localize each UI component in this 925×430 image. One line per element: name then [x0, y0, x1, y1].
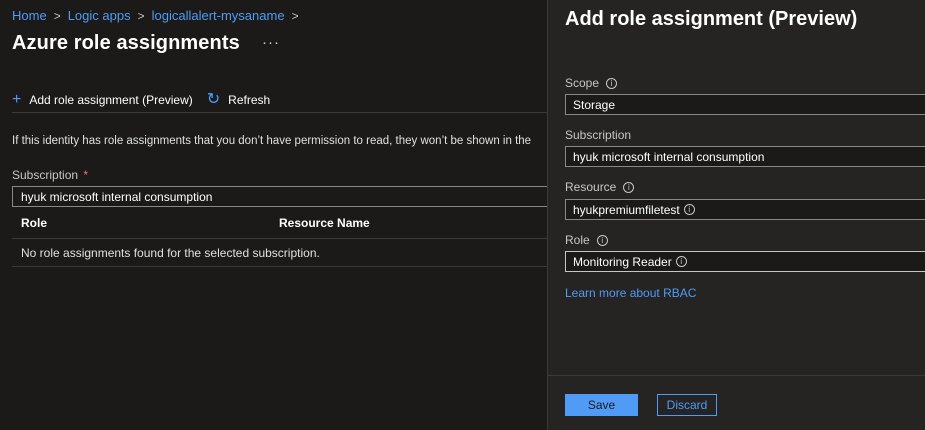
resource-dropdown[interactable]: hyukpremiumfiletest i	[565, 199, 925, 220]
refresh-button[interactable]: ↻ Refresh	[207, 92, 270, 108]
refresh-label: Refresh	[228, 93, 271, 107]
footer-divider	[548, 375, 925, 376]
breadcrumb-logic-apps[interactable]: Logic apps	[68, 8, 131, 23]
scope-dropdown[interactable]: Storage	[565, 94, 925, 115]
required-marker: *	[83, 168, 89, 182]
breadcrumb-home[interactable]: Home	[12, 8, 47, 23]
blade-title: Add role assignment (Preview)	[565, 8, 858, 30]
column-header-resource-name[interactable]: Resource Name	[279, 216, 370, 230]
subscription-field-value: hyuk microsoft internal consumption	[573, 149, 765, 164]
scope-label-text: Scope	[565, 76, 600, 90]
resource-label: Resource i	[565, 180, 635, 194]
plus-icon: +	[12, 91, 22, 108]
scope-label: Scope i	[565, 76, 618, 90]
resource-label-text: Resource	[565, 180, 617, 194]
info-icon[interactable]: i	[623, 181, 635, 193]
toolbar: + Add role assignment (Preview) ↻ Refres…	[12, 86, 547, 114]
toolbar-divider	[12, 112, 547, 113]
chevron-right-icon: >	[53, 8, 61, 23]
discard-button[interactable]: Discard	[657, 394, 717, 416]
subscription-label-text: Subscription	[12, 168, 79, 182]
add-role-assignment-label: Add role assignment (Preview)	[29, 93, 193, 107]
column-header-role[interactable]: Role	[21, 216, 47, 230]
add-role-assignment-blade: Add role assignment (Preview) Scope i St…	[547, 0, 925, 430]
subscription-field-dropdown[interactable]: hyuk microsoft internal consumption	[565, 146, 925, 167]
info-icon[interactable]: i	[683, 204, 695, 215]
add-role-assignment-button[interactable]: + Add role assignment (Preview)	[12, 92, 193, 108]
info-icon[interactable]: i	[596, 234, 608, 246]
page-title: Azure role assignments	[12, 32, 240, 54]
role-label-text: Role	[565, 233, 590, 247]
subscription-label: Subscription *	[12, 168, 88, 182]
chevron-right-icon: >	[291, 8, 299, 23]
breadcrumb-logic-app[interactable]: logicallalert-mysaname	[152, 8, 285, 23]
breadcrumb: Home > Logic apps > logicallalert-mysana…	[12, 8, 306, 23]
save-button[interactable]: Save	[565, 394, 638, 416]
more-options-icon[interactable]: ···	[262, 34, 280, 51]
learn-more-rbac-link[interactable]: Learn more about RBAC	[565, 286, 696, 300]
chevron-right-icon: >	[137, 8, 145, 23]
permission-info-text: If this identity has role assignments th…	[12, 135, 532, 147]
role-assignments-table-header: Role Resource Name	[12, 208, 547, 239]
role-label: Role i	[565, 233, 608, 247]
subscription-field-label-text: Subscription	[565, 128, 632, 142]
resource-value: hyukpremiumfiletest	[573, 202, 680, 217]
scope-value: Storage	[573, 97, 616, 112]
subscription-dropdown[interactable]: hyuk microsoft internal consumption	[12, 186, 547, 207]
empty-table-message: No role assignments found for the select…	[12, 239, 547, 267]
info-icon[interactable]: i	[606, 77, 618, 89]
info-icon[interactable]: i	[675, 256, 687, 267]
subscription-field-label: Subscription	[565, 128, 631, 142]
role-dropdown[interactable]: Monitoring Reader i	[565, 251, 925, 272]
refresh-icon: ↻	[206, 91, 221, 108]
role-value: Monitoring Reader	[573, 254, 672, 269]
